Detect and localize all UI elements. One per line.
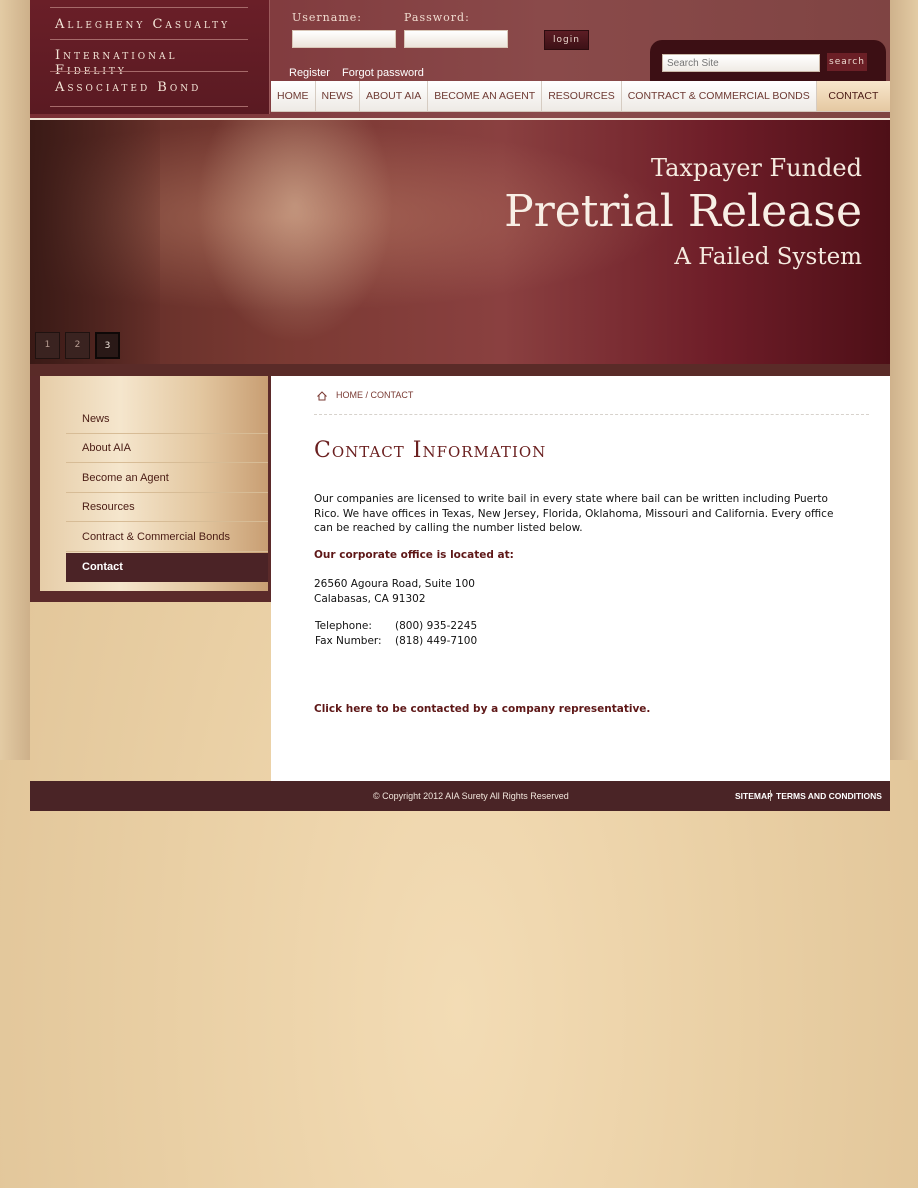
login-form: Username: Password: login Register Forgo…	[289, 0, 644, 82]
hero-image-figure	[180, 120, 410, 364]
logo-line-associated: Associated Bond	[55, 80, 202, 95]
site-logo[interactable]: Allegheny Casualty International Fidelit…	[30, 0, 270, 114]
hero-bottom-strip	[30, 364, 890, 376]
hero-title-line1: Taxpayer Funded	[650, 154, 862, 182]
password-label: Password:	[404, 11, 470, 24]
terms-link[interactable]: TERMS AND CONDITIONS	[776, 791, 882, 801]
sidebar: News About AIA Become an Agent Resources…	[30, 376, 271, 602]
main-nav: HOME NEWS ABOUT AIA BECOME AN AGENT RESO…	[271, 81, 890, 112]
logo-rule	[50, 106, 248, 107]
address-line-2: Calabasas, CA 91302	[314, 593, 426, 605]
slide-3-button[interactable]: 3	[95, 332, 120, 359]
sidebar-item-contract-commercial-bonds[interactable]: Contract & Commercial Bonds	[66, 523, 268, 552]
footer-separator	[770, 790, 771, 801]
logo-line-allegheny: Allegheny Casualty	[55, 17, 231, 32]
slide-1-button[interactable]: 1	[35, 332, 60, 359]
nav-home[interactable]: HOME	[271, 81, 316, 111]
forgot-password-link[interactable]: Forgot password	[342, 67, 424, 79]
nav-contract-commercial-bonds[interactable]: CONTRACT & COMMERCIAL BONDS	[622, 81, 817, 111]
sidebar-item-about-aia[interactable]: About AIA	[66, 434, 268, 463]
site-footer: © Copyright 2012 AIA Surety All Rights R…	[30, 781, 890, 811]
nav-resources[interactable]: RESOURCES	[542, 81, 622, 111]
hero-banner: Taxpayer Funded Pretrial Release A Faile…	[30, 118, 890, 364]
username-input[interactable]	[292, 30, 396, 48]
sidebar-item-contact[interactable]: Contact	[66, 553, 268, 582]
sitemap-link[interactable]: SITEMAP	[735, 791, 773, 801]
sidebar-item-resources[interactable]: Resources	[66, 493, 268, 522]
password-input[interactable]	[404, 30, 508, 48]
address-line-1: 26560 Agoura Road, Suite 100	[314, 578, 475, 590]
username-label: Username:	[292, 11, 362, 24]
office-heading: Our corporate office is located at:	[314, 549, 514, 561]
nav-contact[interactable]: CONTACT	[816, 81, 890, 111]
hero-title-line2: Pretrial Release	[504, 186, 862, 237]
hero-image-curtain	[30, 120, 160, 364]
page-title: Contact Information	[314, 438, 547, 463]
nav-news[interactable]: NEWS	[316, 81, 360, 111]
home-icon[interactable]	[317, 391, 327, 401]
telephone-label: Telephone:	[315, 620, 372, 632]
login-button[interactable]: login	[544, 30, 589, 50]
search-input[interactable]	[662, 54, 820, 72]
sidebar-item-news[interactable]: News	[66, 405, 268, 434]
telephone-value: (800) 935-2245	[395, 620, 478, 632]
logo-rule	[50, 7, 248, 8]
sidebar-item-become-an-agent[interactable]: Become an Agent	[66, 464, 268, 493]
contact-representative-link[interactable]: Click here to be contacted by a company …	[314, 702, 844, 717]
intro-paragraph: Our companies are licensed to write bail…	[314, 493, 834, 534]
page-shadow-left	[0, 0, 30, 760]
search-button[interactable]: search	[827, 53, 867, 71]
page-shadow-right	[888, 0, 918, 760]
main-content: HOME / CONTACT Contact Information Our c…	[271, 376, 890, 781]
nav-become-an-agent[interactable]: BECOME AN AGENT	[428, 81, 543, 111]
breadcrumb-divider	[314, 414, 869, 415]
logo-line-international: International Fidelity	[55, 48, 178, 78]
slide-2-button[interactable]: 2	[65, 332, 90, 359]
copyright-text: © Copyright 2012 AIA Surety All Rights R…	[373, 791, 569, 801]
site-header: Allegheny Casualty International Fidelit…	[30, 0, 890, 118]
logo-rule	[50, 39, 248, 40]
breadcrumb[interactable]: HOME / CONTACT	[336, 390, 413, 400]
register-link[interactable]: Register	[289, 67, 330, 79]
fax-label: Fax Number:	[315, 635, 382, 647]
nav-about-aia[interactable]: ABOUT AIA	[360, 81, 429, 111]
hero-title-line3: A Failed System	[674, 244, 862, 270]
logo-rule	[50, 71, 248, 72]
sidebar-panel: News About AIA Become an Agent Resources…	[40, 376, 268, 591]
fax-value: (818) 449-7100	[395, 635, 478, 647]
